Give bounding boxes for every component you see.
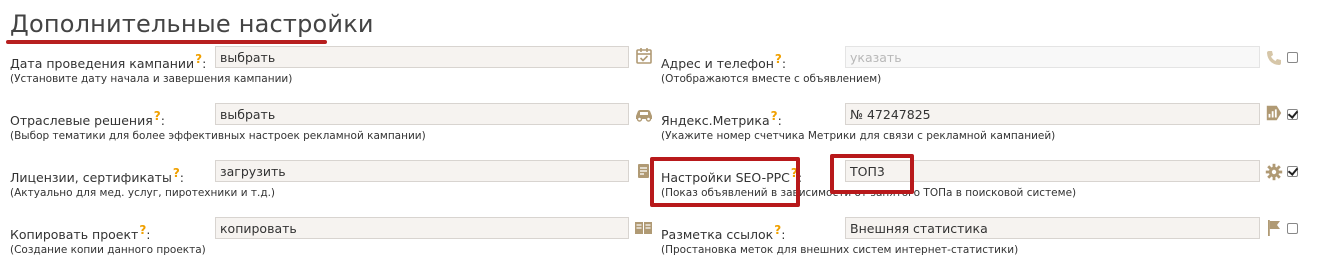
car-icon[interactable] [634, 105, 654, 123]
copy-project-field[interactable]: копировать [215, 217, 629, 239]
address-phone-field[interactable]: указать [845, 46, 1260, 68]
hint-campaign-dates: (Установите дату начала и завершения кам… [10, 73, 293, 85]
hint-yandex-metrika: (Укажите номер счетчика Метрики для связ… [661, 130, 1056, 142]
hint-industry: (Выбор тематики для более эффективных на… [10, 130, 426, 142]
flag-icon[interactable] [1265, 219, 1283, 237]
label-licenses: Лицензии, сертификаты?: [10, 166, 184, 186]
licenses-field[interactable]: загрузить [215, 160, 629, 182]
phone-icon[interactable] [1265, 49, 1283, 67]
title-underline [6, 40, 327, 44]
help-icon[interactable]: ? [774, 223, 781, 237]
label-campaign-dates: Дата проведения кампании?: [10, 52, 207, 72]
gear-icon[interactable] [1265, 163, 1283, 181]
help-icon[interactable]: ? [139, 223, 146, 237]
link-markup-checkbox[interactable] [1287, 223, 1298, 234]
help-icon[interactable]: ? [173, 166, 180, 180]
address-phone-checkbox[interactable] [1287, 52, 1298, 63]
campaign-dates-field[interactable]: выбрать [215, 46, 629, 68]
metrika-chart-icon[interactable] [1264, 104, 1284, 122]
seo-ppc-checkbox[interactable] [1287, 166, 1298, 177]
copy-icon[interactable] [634, 219, 654, 237]
industry-field[interactable]: выбрать [215, 103, 629, 125]
link-markup-field[interactable]: Внешняя статистика [845, 217, 1260, 239]
label-industry: Отраслевые решения?: [10, 109, 165, 129]
hint-address-phone: (Отображаются вместе с объявлением) [661, 73, 882, 85]
hint-copy-project: (Создание копии данного проекта) [10, 244, 206, 256]
help-icon[interactable]: ? [154, 109, 161, 123]
hint-licenses: (Актуально для мед. услуг, пиротехники и… [10, 187, 276, 199]
highlight-seo-ppc-label [650, 157, 800, 207]
page-title: Дополнительные настройки [10, 10, 374, 38]
label-link-markup: Разметка ссылок?: [661, 223, 786, 243]
label-address-phone: Адрес и телефон?: [661, 52, 787, 72]
yandex-metrika-field[interactable]: № 47247825 [845, 103, 1260, 125]
hint-link-markup: (Простановка меток для внешних систем ин… [661, 244, 1019, 256]
calendar-icon[interactable] [635, 47, 653, 65]
highlight-top3-value [830, 154, 914, 194]
help-icon[interactable]: ? [771, 109, 778, 123]
yandex-metrika-checkbox[interactable] [1287, 109, 1298, 120]
help-icon[interactable]: ? [775, 52, 782, 66]
label-yandex-metrika: Яндекс.Метрика?: [661, 109, 782, 129]
label-copy-project: Копировать проект?: [10, 223, 151, 243]
help-icon[interactable]: ? [195, 52, 202, 66]
